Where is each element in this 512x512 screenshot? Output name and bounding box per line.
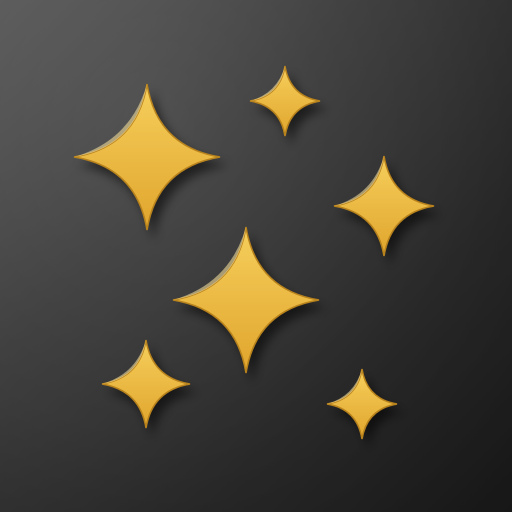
sparkle-medium-right-body: [333, 155, 435, 257]
sparkle-medium-left-body: [101, 339, 191, 429]
sparkle-large-center-body: [172, 226, 320, 374]
sparkles-icon: [73, 65, 435, 440]
sparkle-large-top-left-body: [73, 83, 221, 231]
sparkle-medium-left: [101, 339, 191, 429]
sparkle-small-top: [249, 65, 321, 137]
sparkle-small-top-body: [249, 65, 321, 137]
sparkle-medium-right: [333, 155, 435, 257]
sparkle-small-bottom: [326, 368, 398, 440]
app-icon-canvas: [0, 0, 512, 512]
sparkle-small-bottom-body: [326, 368, 398, 440]
sparkle-large-top-left: [73, 83, 221, 231]
sparkle-large-center: [172, 226, 320, 374]
